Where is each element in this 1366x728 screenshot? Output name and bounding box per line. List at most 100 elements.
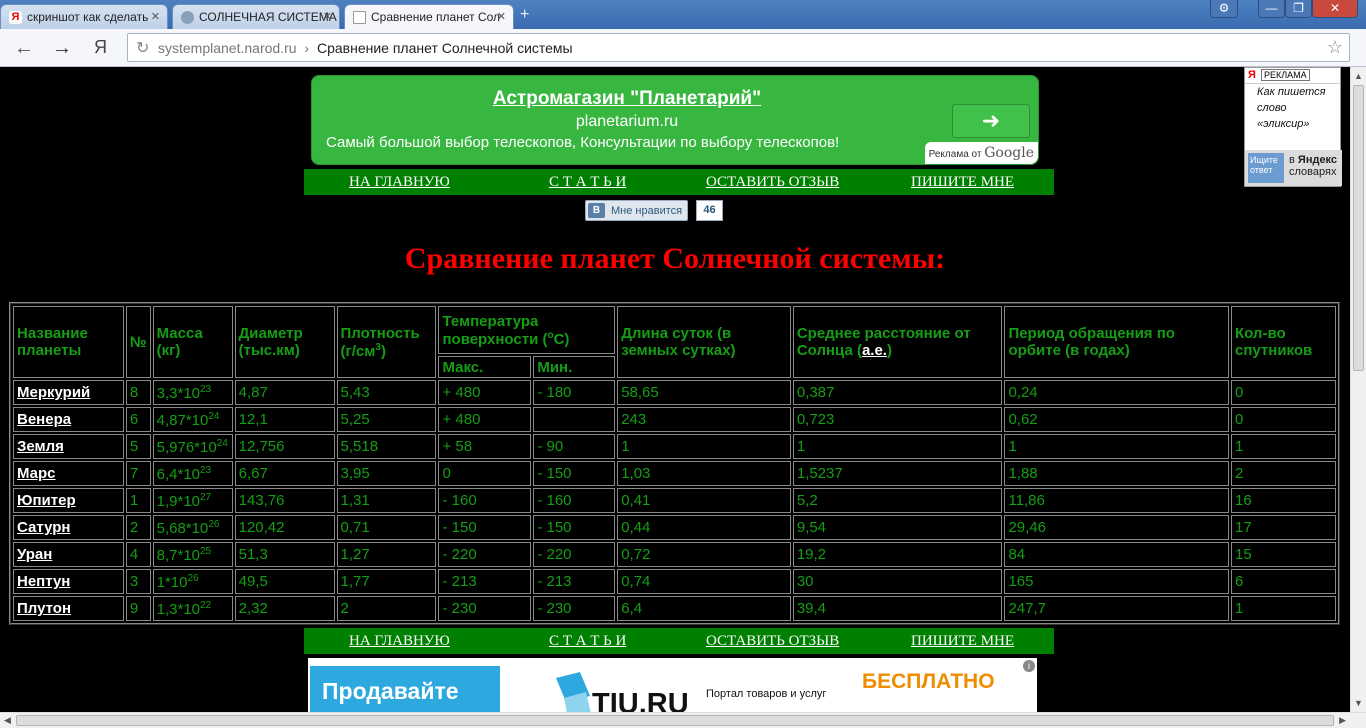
nav-write-link[interactable]: ПИШИТЕ МНЕ bbox=[911, 174, 1014, 191]
ad-description: Самый большой выбор телескопов, Консульт… bbox=[326, 134, 840, 151]
forward-arrow-icon[interactable]: → bbox=[52, 37, 72, 60]
table-row: Венера 6 4,87*1024 12,1 5,25 + 480 243 0,723 0,6… bbox=[13, 407, 1336, 432]
scroll-right-icon[interactable]: ▶ bbox=[1339, 715, 1346, 726]
planet-link[interactable]: Венера bbox=[17, 411, 71, 428]
close-tab-icon[interactable]: ✕ bbox=[151, 10, 160, 23]
bottom-nav-bar: НА ГЛАВНУЮ С Т А Т Ь И ОСТАВИТЬ ОТЗЫВ ПИ… bbox=[304, 628, 1054, 654]
planet-link[interactable]: Марс bbox=[17, 465, 56, 482]
planets-table-wrapper: Название планеты № Масса (кг) Диаметр (т… bbox=[9, 302, 1340, 625]
tab-planet-comparison[interactable]: Сравнение планет Сол ✕ bbox=[344, 4, 514, 30]
nav-feedback-link[interactable]: ОСТАВИТЬ ОТЗЫВ bbox=[706, 174, 839, 191]
page-content: Астромагазин "Планетарий" planetarium.ru… bbox=[0, 67, 1350, 712]
tab-screenshot[interactable]: Я скриншот как сделать ✕ bbox=[0, 4, 168, 29]
close-window-icon[interactable]: ✕ bbox=[1312, 0, 1358, 18]
cell-diameter: 12,756 bbox=[234, 434, 335, 459]
widget-header: Я РЕКЛАМА bbox=[1245, 68, 1340, 84]
ad-url[interactable]: planetarium.ru bbox=[312, 113, 942, 131]
address-bar[interactable]: ↻ systemplanet.narod.ru › Сравнение план… bbox=[127, 33, 1350, 62]
nav-feedback-link[interactable]: ОСТАВИТЬ ОТЗЫВ bbox=[706, 633, 839, 650]
planet-link[interactable]: Меркурий bbox=[17, 384, 90, 401]
cell-density: 3,95 bbox=[336, 461, 437, 486]
cell-tmin: - 150 bbox=[533, 515, 616, 540]
table-row: Марс 7 6,4*1023 6,67 3,95 0- 150 1,03 1,5237 1,8… bbox=[13, 461, 1336, 486]
cell-diameter: 4,87 bbox=[234, 380, 335, 405]
table-row: Плутон 9 1,3*1022 2,32 2- 230- 230 6,4 39,4 247… bbox=[13, 596, 1336, 621]
ad-title[interactable]: Астромагазин "Планетарий" bbox=[312, 88, 942, 110]
cell-mass: 1,3*1022 bbox=[152, 596, 233, 621]
cell-day: 1 bbox=[617, 434, 791, 459]
bookmark-star-icon[interactable]: ☆ bbox=[1327, 37, 1343, 58]
horizontal-scrollbar[interactable]: ◀ ▶ bbox=[0, 712, 1366, 728]
tiu-logo-text: TIU.RU bbox=[592, 688, 689, 712]
cell-mass: 6,4*1023 bbox=[152, 461, 233, 486]
scroll-up-icon[interactable]: ▲ bbox=[1354, 71, 1363, 81]
nav-home-link[interactable]: НА ГЛАВНУЮ bbox=[349, 633, 450, 650]
planet-link[interactable]: Уран bbox=[17, 546, 52, 563]
vertical-scrollbar[interactable]: ▲ ▼ bbox=[1350, 67, 1366, 712]
planet-link[interactable]: Сатурн bbox=[17, 519, 70, 536]
cell-density: 1,31 bbox=[336, 488, 437, 513]
cell-distance: 30 bbox=[792, 569, 1003, 594]
cell-num: 5 bbox=[125, 434, 151, 459]
nav-home-link[interactable]: НА ГЛАВНУЮ bbox=[349, 174, 450, 191]
cell-tmax: - 160 bbox=[438, 488, 532, 513]
cell-day: 6,4 bbox=[617, 596, 791, 621]
ad-badge[interactable]: Реклама от Google bbox=[924, 142, 1038, 164]
nav-write-link[interactable]: ПИШИТЕ МНЕ bbox=[911, 633, 1014, 650]
vk-like-button[interactable]: В Мне нравится bbox=[585, 200, 688, 221]
cell-num: 1 bbox=[125, 488, 151, 513]
tab-solar-system[interactable]: СОЛНЕЧНАЯ СИСТЕМА ✕ bbox=[172, 4, 340, 29]
cell-moons: 16 bbox=[1230, 488, 1336, 513]
maximize-icon[interactable]: ❐ bbox=[1285, 0, 1312, 18]
close-tab-icon[interactable]: ✕ bbox=[497, 10, 506, 23]
back-arrow-icon[interactable]: ← bbox=[14, 37, 34, 60]
ad-arrow-icon[interactable]: ➜ bbox=[952, 104, 1030, 138]
header-diameter: Диаметр (тыс.км) bbox=[234, 306, 335, 378]
planet-link[interactable]: Земля bbox=[17, 438, 64, 455]
top-ad-banner[interactable]: Астромагазин "Планетарий" planetarium.ru… bbox=[311, 75, 1039, 165]
planet-name-cell: Нептун bbox=[13, 569, 124, 594]
cell-distance: 0,723 bbox=[792, 407, 1003, 432]
bottom-ad-banner[interactable]: Продавайте TIU.RU Портал товаров и услуг… bbox=[308, 658, 1037, 712]
cell-diameter: 143,76 bbox=[234, 488, 335, 513]
cell-density: 0,71 bbox=[336, 515, 437, 540]
cell-mass: 5,68*1026 bbox=[152, 515, 233, 540]
ad-info-icon[interactable]: i bbox=[1023, 660, 1035, 672]
yandex-button[interactable]: Я bbox=[94, 37, 107, 58]
cell-period: 84 bbox=[1004, 542, 1229, 567]
ad-sell-text[interactable]: Продавайте bbox=[310, 666, 500, 712]
widget-line: слово bbox=[1257, 102, 1287, 114]
header-moons: Кол-во спутников bbox=[1230, 306, 1336, 378]
nav-articles-link[interactable]: С Т А Т Ь И bbox=[549, 174, 626, 191]
planets-table: Название планеты № Масса (кг) Диаметр (т… bbox=[11, 304, 1338, 623]
vertical-scroll-thumb[interactable] bbox=[1353, 85, 1364, 371]
cell-tmax: - 213 bbox=[438, 569, 532, 594]
planet-link[interactable]: Юпитер bbox=[17, 492, 76, 509]
nav-articles-link[interactable]: С Т А Т Ь И bbox=[549, 633, 626, 650]
cell-tmin: - 150 bbox=[533, 461, 616, 486]
new-tab-button[interactable]: + bbox=[520, 6, 529, 24]
cell-day: 0,72 bbox=[617, 542, 791, 567]
scroll-down-icon[interactable]: ▼ bbox=[1354, 698, 1363, 708]
reload-icon[interactable]: ↻ bbox=[136, 38, 149, 58]
au-link[interactable]: а.е. bbox=[862, 342, 887, 359]
yandex-dictionary-widget[interactable]: Я РЕКЛАМА Как пишется слово «эликсир» Ищ… bbox=[1244, 67, 1342, 187]
cell-density: 2 bbox=[336, 596, 437, 621]
cell-diameter: 51,3 bbox=[234, 542, 335, 567]
settings-gear-icon[interactable]: ⚙ bbox=[1210, 0, 1238, 18]
cell-density: 5,43 bbox=[336, 380, 437, 405]
cell-day: 0,44 bbox=[617, 515, 791, 540]
close-tab-icon[interactable]: ✕ bbox=[323, 10, 332, 23]
cell-mass: 1*1026 bbox=[152, 569, 233, 594]
planet-link[interactable]: Нептун bbox=[17, 573, 70, 590]
tab-label: скриншот как сделать bbox=[27, 10, 149, 24]
planet-link[interactable]: Плутон bbox=[17, 600, 71, 617]
tab-label: СОЛНЕЧНАЯ СИСТЕМА bbox=[199, 10, 337, 24]
cell-moons: 1 bbox=[1230, 596, 1336, 621]
scroll-left-icon[interactable]: ◀ bbox=[4, 715, 11, 726]
horizontal-scroll-thumb[interactable] bbox=[16, 715, 1334, 726]
minimize-icon[interactable]: — bbox=[1258, 0, 1285, 18]
ad-free-text[interactable]: БЕСПЛАТНО bbox=[862, 670, 995, 694]
table-row: Меркурий 8 3,3*1023 4,87 5,43 + 480- 180 58,65… bbox=[13, 380, 1336, 405]
cell-diameter: 49,5 bbox=[234, 569, 335, 594]
